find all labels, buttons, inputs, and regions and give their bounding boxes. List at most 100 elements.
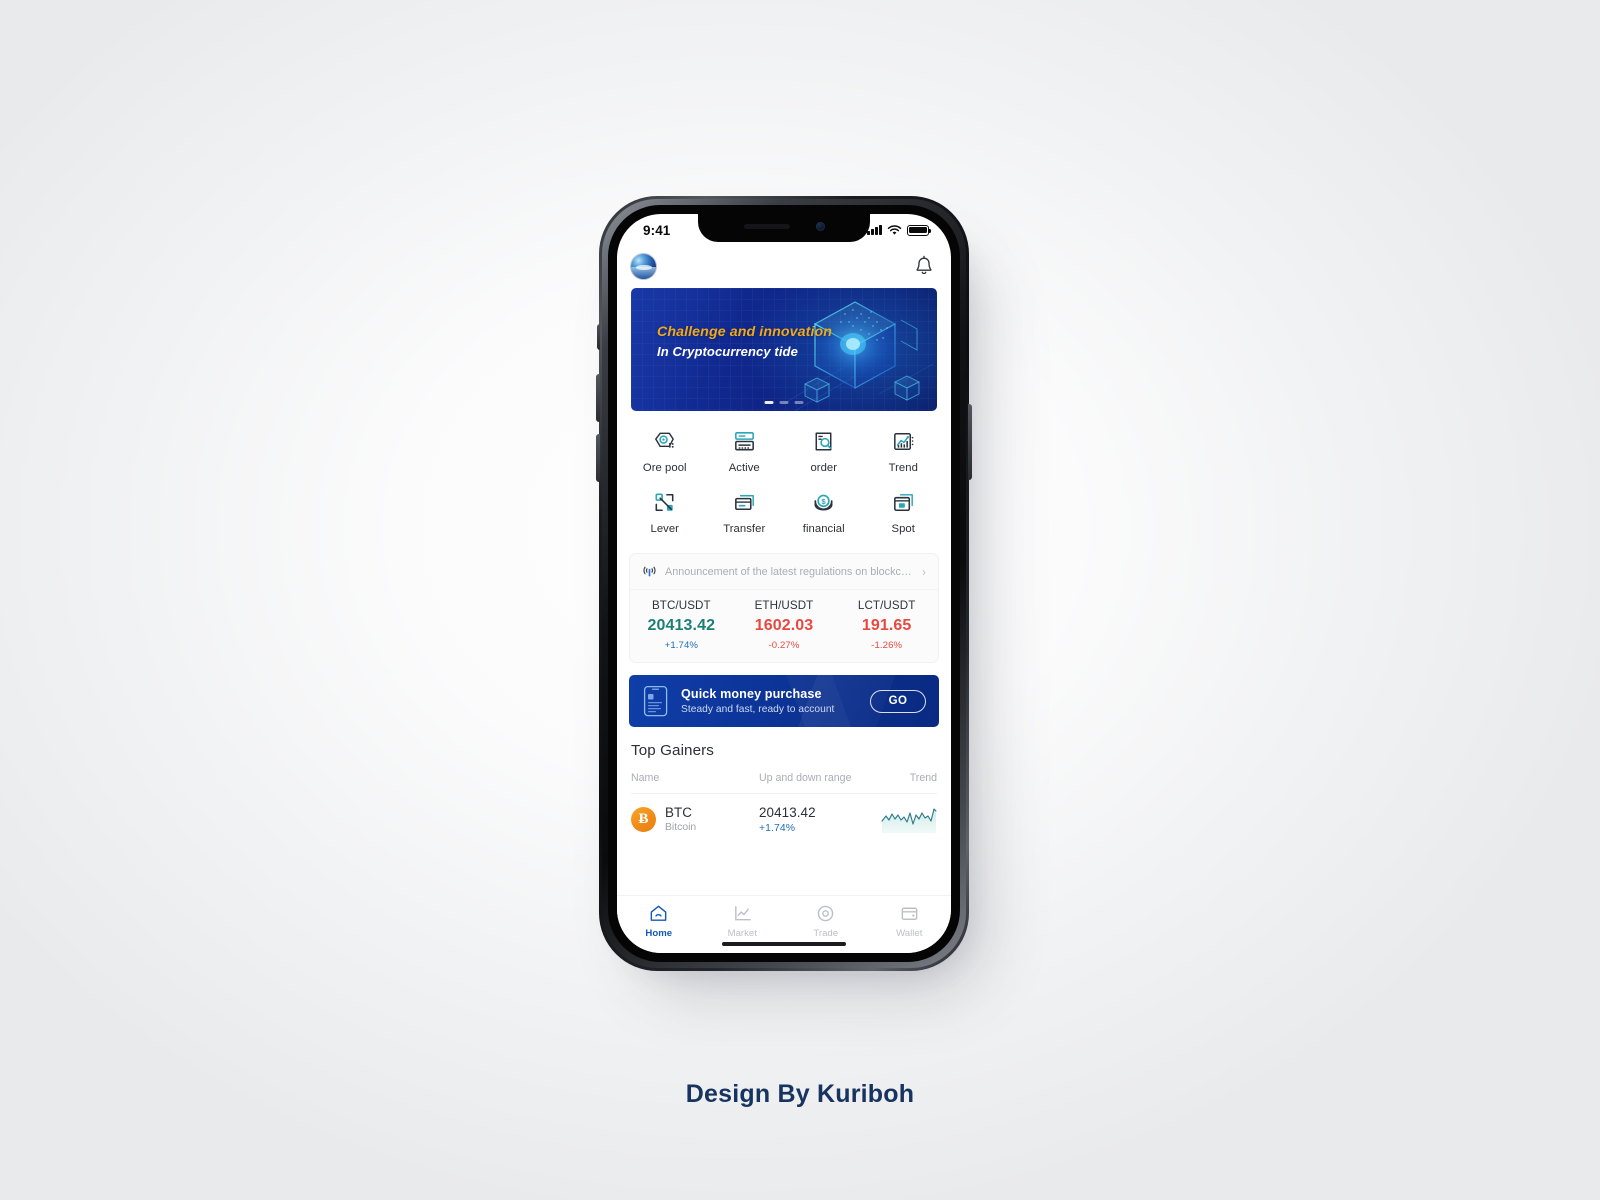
volume-up-button[interactable]: [596, 374, 600, 422]
ticker-change: +1.74%: [664, 640, 699, 651]
status-time: 9:41: [643, 222, 671, 238]
power-button[interactable]: [968, 404, 972, 480]
coin-change: +1.74%: [759, 822, 796, 834]
tab-label: Home: [645, 928, 673, 939]
coin-price: 20413.42: [759, 804, 816, 820]
shortcut-label: Spot: [891, 523, 915, 535]
quick-purchase-subtitle: Steady and fast, ready to account: [681, 704, 835, 715]
active-icon: [734, 432, 754, 451]
column-header-trend: Trend: [909, 772, 937, 784]
coin-identity: Ƀ BTC Bitcoin: [631, 805, 759, 833]
ticker-pair-label: LCT/USDT: [857, 599, 916, 612]
banner-pagination[interactable]: [764, 401, 804, 404]
shortcut-transfer[interactable]: Transfer: [705, 483, 785, 542]
volume-down-button[interactable]: [596, 434, 600, 482]
status-indicators: [867, 224, 932, 236]
quick-purchase-title: Quick money purchase: [681, 687, 822, 701]
shortcut-active[interactable]: Active: [705, 422, 785, 481]
bell-icon[interactable]: [913, 254, 935, 278]
column-header-name: Name: [631, 772, 660, 784]
battery-icon: [907, 224, 932, 236]
shortcut-ore-pool[interactable]: Ore pool: [625, 422, 705, 481]
shortcut-label: Trend: [888, 462, 918, 474]
shortcut-label: Ore pool: [642, 462, 687, 474]
bitcoin-icon: Ƀ: [631, 806, 656, 832]
earpiece-speaker: [743, 224, 790, 229]
shortcut-trend[interactable]: Trend: [864, 422, 944, 481]
top-gainers-section: Top Gainers Name Up and down range Trend…: [617, 742, 951, 834]
svg-text:$: $: [822, 497, 827, 506]
coin-symbol: BTC: [665, 805, 693, 820]
ticker-row: BTC/USDT 20413.42 +1.74% ETH/USDT 1602.0…: [630, 590, 938, 651]
announcement-bar[interactable]: Announcement of the latest regulations o…: [630, 554, 938, 590]
broadcast-icon: [643, 566, 656, 577]
ticker-price: 1602.03: [754, 617, 814, 634]
shortcut-label: Lever: [650, 523, 679, 535]
shortcut-lever[interactable]: Lever: [625, 483, 705, 542]
column-header-range: Up and down range: [759, 772, 852, 784]
phone-mockup: 9:41 Challenge and innovation In Cryptoc…: [596, 196, 972, 971]
ticker-change: -1.26%: [871, 640, 903, 651]
tab-home[interactable]: Home: [617, 903, 701, 939]
tab-label: Market: [727, 928, 757, 939]
phone-metal-frame: 9:41 Challenge and innovation In Cryptoc…: [602, 199, 966, 968]
design-credit: Design By Kuriboh: [685, 1080, 915, 1108]
banner-copy: Challenge and innovation In Cryptocurren…: [657, 324, 832, 359]
phone-purchase-icon: [643, 685, 668, 717]
banner-dot-3[interactable]: [794, 401, 804, 404]
phone-screen: 9:41 Challenge and innovation In Cryptoc…: [617, 214, 951, 953]
phone-outer-frame: 9:41 Challenge and innovation In Cryptoc…: [596, 196, 972, 971]
banner-dot-2[interactable]: [779, 401, 789, 404]
tab-trade[interactable]: Trade: [784, 903, 868, 939]
ticker-lct-usdt[interactable]: LCT/USDT 191.65 -1.26%: [835, 599, 938, 651]
home-icon: [650, 905, 667, 921]
sparkline-chart: [881, 808, 937, 833]
app-header: [617, 244, 951, 288]
banner-subline: In Cryptocurrency tide: [657, 344, 798, 359]
shortcut-spot[interactable]: Spot: [864, 483, 944, 542]
ticker-btc-usdt[interactable]: BTC/USDT 20413.42 +1.74%: [630, 599, 733, 651]
shortcut-grid: Ore pool Active order Trend Lever Transf…: [617, 411, 951, 548]
silence-switch[interactable]: [597, 324, 600, 350]
market-icon: [734, 906, 751, 921]
phone-bezel: 9:41 Challenge and innovation In Cryptoc…: [608, 205, 960, 962]
user-avatar[interactable]: [631, 253, 656, 279]
tab-market[interactable]: Market: [701, 903, 785, 939]
wallet-icon: [901, 907, 918, 920]
shortcut-order[interactable]: order: [784, 422, 864, 481]
ticker-change: -0.27%: [768, 640, 800, 651]
quick-money-purchase-banner[interactable]: Quick money purchase Steady and fast, re…: [629, 675, 939, 727]
market-summary-card: Announcement of the latest regulations o…: [629, 553, 939, 663]
go-button[interactable]: GO: [870, 689, 926, 713]
shortcut-financial[interactable]: $ financial: [784, 483, 864, 542]
coin-full-name: Bitcoin: [665, 822, 697, 833]
ticker-price: 20413.42: [647, 617, 716, 634]
banner-headline: Challenge and innovation: [657, 324, 833, 340]
shortcut-label: Active: [728, 462, 760, 474]
tab-label: Trade: [813, 928, 839, 939]
coin-range: 20413.42 +1.74%: [759, 805, 881, 834]
ticker-price: 191.65: [861, 617, 912, 634]
spot-window-icon: [893, 494, 913, 511]
banner-dot-1[interactable]: [764, 401, 774, 404]
chevron-right-icon[interactable]: ›: [922, 566, 926, 578]
transfer-card-icon: [734, 495, 754, 511]
wifi-icon: [887, 224, 902, 235]
trade-icon: [817, 905, 834, 922]
home-indicator[interactable]: [722, 942, 846, 946]
lever-expand-icon: [655, 493, 674, 511]
tab-label: Wallet: [896, 928, 923, 939]
promo-banner[interactable]: Challenge and innovation In Cryptocurren…: [631, 288, 937, 411]
front-camera: [815, 222, 825, 231]
table-row[interactable]: Ƀ BTC Bitcoin 20413.42 +1.74%: [631, 794, 937, 834]
quick-purchase-copy: Quick money purchase Steady and fast, re…: [681, 687, 870, 715]
announcement-text: Announcement of the latest regulations o…: [665, 565, 914, 578]
tab-wallet[interactable]: Wallet: [868, 903, 952, 939]
table-header: Name Up and down range Trend: [631, 772, 937, 794]
ticker-pair-label: BTC/USDT: [651, 599, 711, 612]
order-search-icon: [815, 432, 832, 451]
trend-chart-icon: [893, 433, 914, 450]
shortcut-label: order: [810, 462, 838, 474]
notch: [698, 214, 870, 242]
ticker-eth-usdt[interactable]: ETH/USDT 1602.03 -0.27%: [733, 599, 836, 651]
